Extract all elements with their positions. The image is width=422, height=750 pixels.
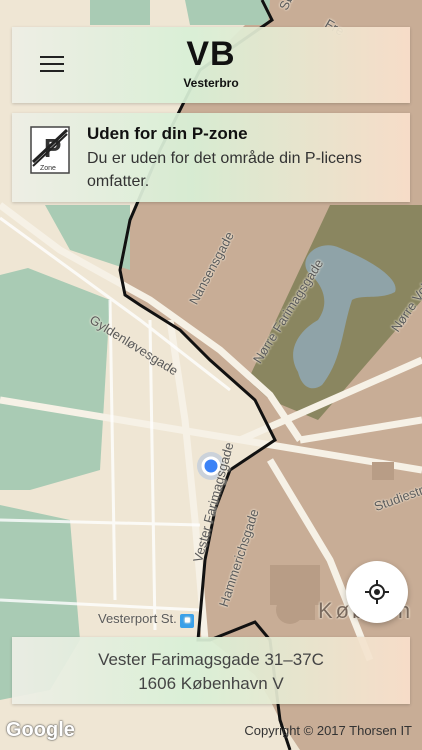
parking-zone-crossed-icon: P Zone (30, 126, 70, 174)
outside-zone-notice: P Zone Uden for din P-zone Du er uden fo… (12, 113, 410, 202)
park-area (90, 0, 150, 25)
notice-title: Uden for din P-zone (87, 124, 248, 143)
my-location-button[interactable] (346, 561, 408, 623)
copyright-text: Copyright © 2017 Thorsen IT (244, 723, 412, 738)
park-area (0, 268, 110, 490)
header-bar: VB Vesterbro (12, 27, 410, 103)
svg-text:Zone: Zone (40, 165, 56, 172)
address-panel[interactable]: Vester Farimagsgade 31–37C 1606 Københav… (12, 637, 410, 704)
train-station-icon: ■ (180, 614, 195, 628)
address-street: Vester Farimagsgade 31–37C (98, 650, 324, 669)
google-logo: Google (6, 719, 75, 741)
notice-body: Du er uden for det område din P-licens o… (87, 150, 362, 190)
park-area (185, 0, 270, 25)
address-postal-city: 1606 København V (138, 674, 284, 693)
zone-name: Vesterbro (183, 76, 239, 90)
zone-code: VB (186, 35, 236, 73)
crosshair-icon (365, 580, 389, 604)
street-label-vesterport: Vesterport St. ■ (98, 611, 195, 628)
